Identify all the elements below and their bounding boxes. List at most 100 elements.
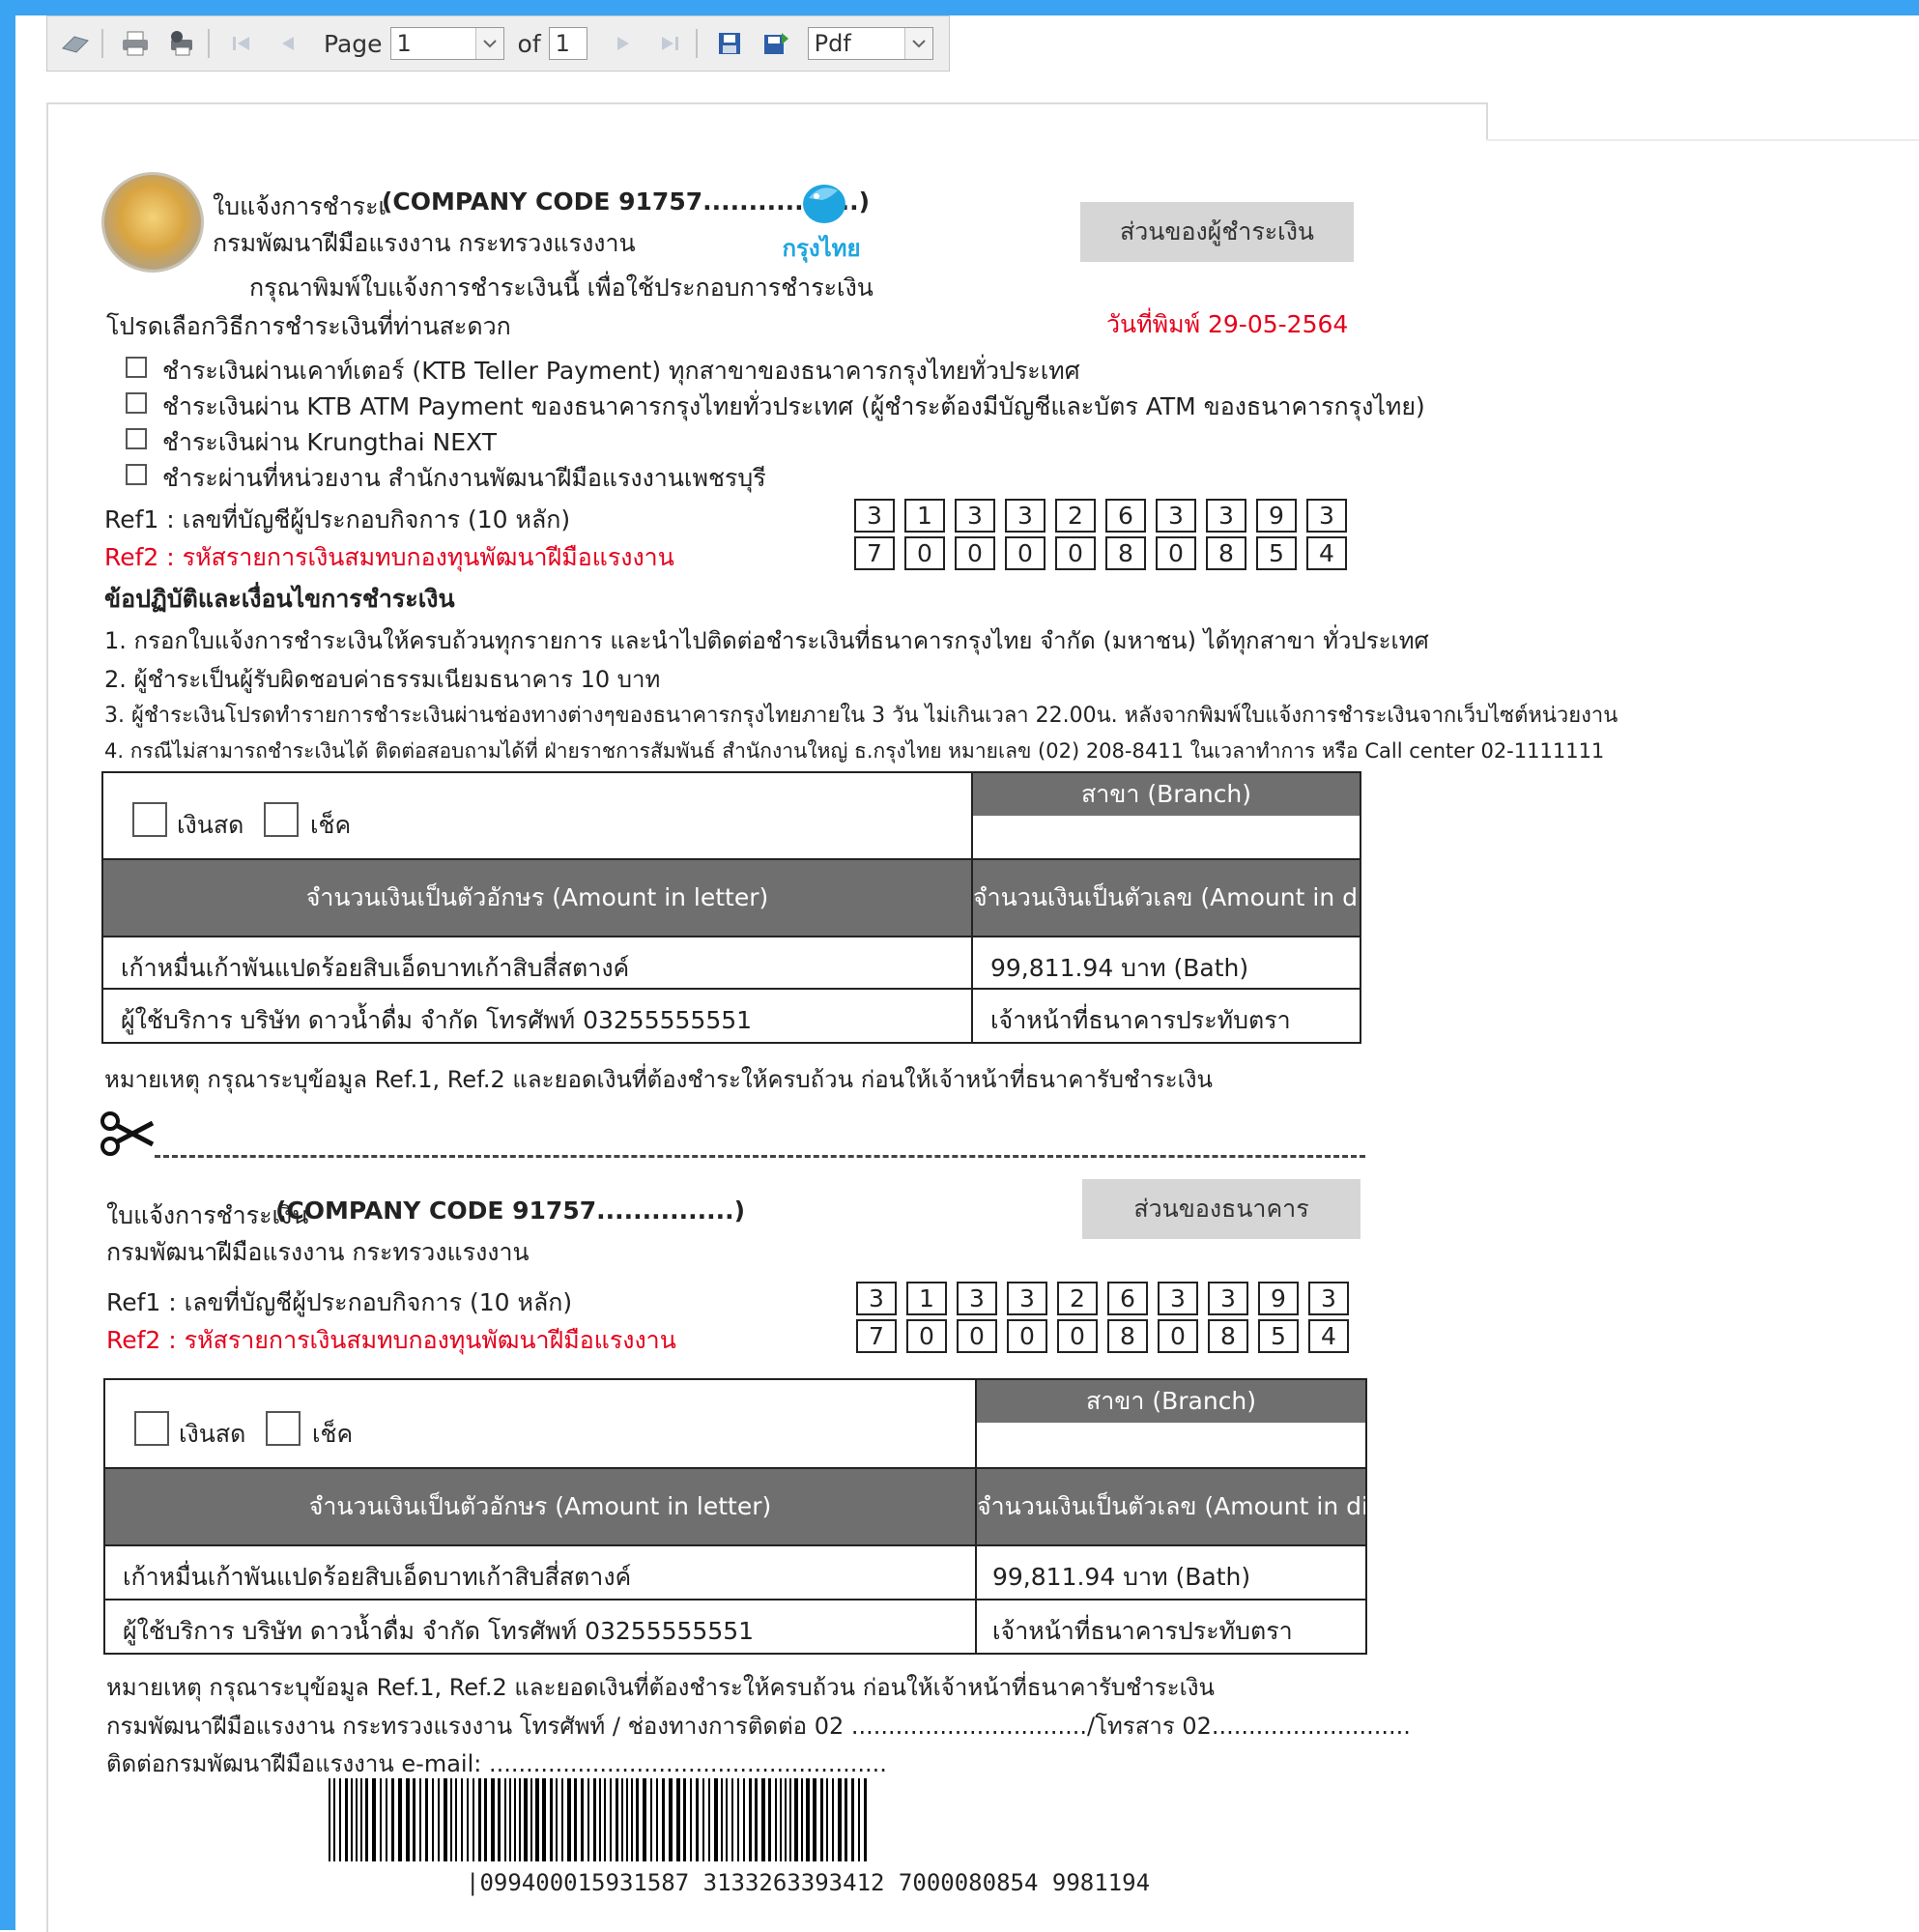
last-page-icon[interactable] (651, 25, 688, 62)
barcode-bar (380, 1778, 382, 1861)
next-page-icon[interactable] (605, 25, 642, 62)
upper-cheque-checkbox[interactable] (264, 802, 299, 837)
payment-barcode (329, 1778, 1309, 1861)
barcode-bar (398, 1778, 402, 1861)
lower-branch-header: สาขา (Branch) (977, 1380, 1365, 1423)
condition-2: 2. ผู้ชำระเป็นผู้รับผิดชอบค่าธรรมเนียมธน… (104, 666, 661, 693)
page-border (1486, 139, 1919, 141)
method-checkbox-next[interactable] (126, 428, 147, 449)
lower-payer: ผู้ใช้บริการ บริษัท ดาวน้ำดื่ม จำกัด โทร… (123, 1617, 755, 1645)
barcode-bar (696, 1778, 699, 1861)
lower-cash-checkbox[interactable] (134, 1411, 169, 1446)
barcode-bar (604, 1778, 606, 1861)
barcode-bar (785, 1778, 787, 1861)
barcode-bar (360, 1778, 362, 1861)
barcode-bar (413, 1778, 415, 1861)
method-checkbox-office[interactable] (126, 464, 147, 485)
barcode-bar (556, 1778, 558, 1861)
ref-digit-box: 0 (1158, 1319, 1198, 1353)
barcode-bar (737, 1778, 739, 1861)
ref-digit-box: 5 (1258, 1319, 1299, 1353)
upper-title-prefix: ใบแจ้งการชำระเ (213, 192, 387, 220)
barcode-bar (813, 1778, 816, 1861)
lower-cheque-label: เช็ค (312, 1420, 354, 1448)
print-options-icon[interactable] (163, 25, 200, 62)
barcode-bar (587, 1778, 589, 1861)
barcode-bar (616, 1778, 618, 1861)
ref-digit-box: 0 (906, 1319, 947, 1353)
ref-digit-box: 8 (1105, 536, 1146, 570)
barcode-bar (780, 1778, 782, 1861)
bank-copy-text: ส่วนของธนาคาร (1133, 1195, 1309, 1223)
upper-cheque-label: เช็ค (310, 811, 352, 839)
ref-digit-box: 2 (1057, 1282, 1098, 1315)
barcode-bar (826, 1778, 828, 1861)
barcode-bar (743, 1778, 745, 1861)
report-toolbar: Page 1 of 1 Pdf (46, 15, 950, 72)
barcode-bar (851, 1778, 854, 1861)
ref-digit-box: 5 (1256, 536, 1297, 570)
upper-amount-digit-header: จำนวนเงินเป็นตัวเลข (Amount in di (973, 860, 1360, 936)
upper-ref2-label: Ref2 : รหัสรายการเงินสมทบกองทุนพัฒนาฝีมื… (104, 543, 674, 571)
ref-digit-box: 4 (1306, 536, 1347, 570)
ref-digit-box: 0 (1007, 1319, 1047, 1353)
total-pages-value: 1 (555, 30, 570, 57)
lower-cheque-checkbox[interactable] (266, 1411, 301, 1446)
page-border (1486, 102, 1488, 139)
method-checkbox-teller[interactable] (126, 357, 147, 378)
ktb-bird-icon (803, 185, 845, 223)
barcode-bar (561, 1778, 563, 1861)
page-number-select[interactable]: 1 (389, 27, 504, 60)
barcode-bar (372, 1778, 376, 1861)
upper-stamp-label: เจ้าหน้าที่ธนาคารประทับตรา (990, 1006, 1291, 1034)
ref-digit-box: 0 (1156, 536, 1196, 570)
barcode-bar (858, 1778, 860, 1861)
toolbar-separator (101, 29, 103, 58)
print-icon[interactable] (117, 25, 154, 62)
upper-cash-checkbox[interactable] (132, 802, 167, 837)
ref-digit-box: 6 (1107, 1282, 1148, 1315)
barcode-bar (621, 1778, 623, 1861)
export-icon[interactable] (758, 25, 794, 62)
ref-digit-box: 3 (1007, 1282, 1047, 1315)
barcode-bar (768, 1778, 771, 1861)
upper-branch-header: สาขา (Branch) (973, 773, 1360, 816)
refresh-icon[interactable] (57, 25, 94, 62)
upper-note: หมายเหตุ กรุณาระบุข้อมูล Ref.1, Ref.2 แล… (104, 1066, 1213, 1093)
barcode-bar (455, 1778, 457, 1861)
barcode-bar (721, 1778, 723, 1861)
ref-digit-box: 0 (955, 536, 995, 570)
ref-digit-box: 7 (856, 1319, 897, 1353)
barcode-bar (806, 1778, 810, 1861)
barcode-bar (419, 1778, 421, 1861)
barcode-bar (789, 1778, 791, 1861)
barcode-bar (491, 1778, 495, 1861)
ref-digit-box: 2 (1055, 499, 1096, 533)
ref-digit-box: 0 (1055, 536, 1096, 570)
government-seal-logo (101, 172, 204, 273)
lower-payment-table: สาขา (Branch) เงินสด เช็ค จำนวนเงินเป็นต… (103, 1378, 1367, 1655)
barcode-bar (498, 1778, 501, 1861)
lower-cash-label: เงินสด (179, 1420, 246, 1448)
ref-digit-box: 0 (957, 1319, 997, 1353)
save-icon[interactable] (711, 25, 748, 62)
ref-digit-box: 6 (1105, 499, 1146, 533)
export-format-select[interactable]: Pdf (807, 27, 933, 60)
method-checkbox-atm[interactable] (126, 392, 147, 414)
upper-amount-letter-header: จำนวนเงินเป็นตัวอักษร (Amount in letter) (103, 860, 971, 936)
condition-3: 3. ผู้ชำระเงินโปรดทำรายการชำระเงินผ่านช่… (104, 704, 1618, 728)
toolbar-separator (208, 29, 210, 58)
barcode-bar (356, 1778, 358, 1861)
barcode-bar (864, 1778, 867, 1861)
first-page-icon[interactable] (223, 25, 260, 62)
chevron-down-icon[interactable] (474, 28, 503, 59)
chevron-down-icon[interactable] (903, 28, 932, 59)
toolbar-separator (695, 29, 698, 58)
choose-method-text: โปรดเลือกวิธีการชำระเงินที่ท่านสะดวก (106, 312, 511, 340)
ref-digit-box: 3 (856, 1282, 897, 1315)
barcode-bar (574, 1778, 577, 1861)
prev-page-icon[interactable] (270, 25, 306, 62)
scissors-icon (100, 1110, 155, 1162)
of-label: of (517, 29, 541, 58)
barcode-bar (504, 1778, 506, 1861)
